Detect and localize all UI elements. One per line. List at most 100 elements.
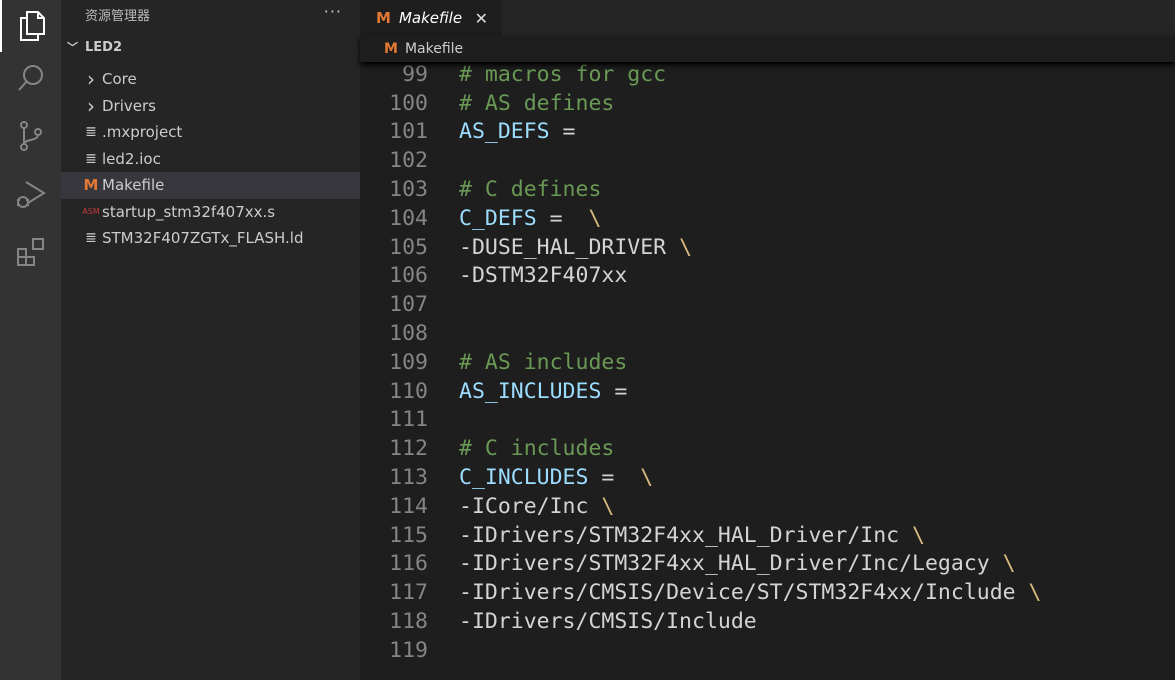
line-text: -DSTM32F407xx [459, 261, 627, 290]
line-number: 117 [389, 580, 428, 606]
close-icon[interactable]: ✕ [475, 9, 488, 28]
token-text: = [536, 205, 589, 231]
code-line: 118 -IDrivers/CMSIS/Include [360, 607, 1175, 636]
tree-item[interactable]: ≣ .mxproject [61, 119, 360, 146]
line-number: 113 [389, 465, 428, 490]
token-text: -IDrivers/STM32F4xx_HAL_Driver/Inc/Legac… [459, 551, 1003, 577]
line-text: # C defines [459, 175, 601, 204]
explorer-title: 资源管理器 [85, 8, 151, 24]
token-escape: \ [679, 234, 693, 260]
code-line: 104 C_DEFS = \ [360, 204, 1175, 233]
tree-item[interactable]: › Core [61, 66, 360, 93]
line-number: 114 [389, 493, 428, 519]
code-line: 109 # AS includes [360, 348, 1175, 377]
token-text: = [588, 465, 641, 490]
token-text: -IDrivers/STM32F4xx_HAL_Driver/Inc [459, 522, 913, 548]
source-control-icon [19, 121, 42, 151]
tree-item[interactable]: › Drivers [61, 93, 360, 120]
folder-led2[interactable]: ﹀ LED2 [61, 28, 360, 66]
breadcrumb: M Makefile [360, 36, 1175, 62]
line-number: 112 [389, 436, 428, 462]
line-number: 105 [389, 234, 428, 260]
token-escape: \ [1028, 580, 1042, 606]
explorer-button[interactable] [0, 0, 61, 52]
line-text: -ICore/Inc \ [459, 492, 614, 521]
file-lines-icon: ≣ [85, 230, 97, 247]
line-number: 102 [389, 148, 428, 174]
line-number: 106 [389, 263, 428, 289]
tree-item[interactable]: ≣ STM32F407ZGTx_FLASH.ld [61, 225, 360, 252]
token-escape: \ [640, 465, 654, 490]
tree-item-label: led2.ioc [102, 149, 161, 168]
makefile-icon: M [384, 41, 398, 57]
token-text: -DSTM32F407xx [459, 263, 628, 289]
tree-item-label: Core [102, 70, 137, 89]
token-variable: C_DEFS [459, 205, 537, 231]
run-debug-button[interactable] [0, 168, 61, 220]
tree-item-label: Drivers [102, 96, 156, 115]
token-comment: # C includes [459, 436, 615, 462]
explorer-sidebar: 资源管理器 ··· ﹀ LED2 › Core › Drivers ≣ .mxprojec… [61, 0, 360, 680]
line-number: 118 [389, 609, 428, 634]
token-variable: AS_INCLUDES [459, 378, 602, 404]
folder-name: LED2 [85, 39, 123, 55]
token-text: = [601, 378, 628, 404]
code-line: 100 # AS defines [360, 89, 1175, 118]
line-number: 109 [389, 349, 428, 375]
line-text: # C includes [459, 434, 614, 463]
tab-label: Makefile [398, 9, 463, 27]
asm-file-icon: ASM [82, 207, 100, 217]
token-comment: # macros for gcc [459, 61, 667, 87]
search-button[interactable] [0, 52, 61, 104]
token-text: -IDrivers/CMSIS/Include [459, 609, 757, 634]
more-actions-button[interactable]: ··· [324, 2, 342, 21]
code-editor[interactable]: 9899# macros for gcc100# AS defines101AS… [360, 46, 1175, 680]
line-text: -IDrivers/STM32F4xx_HAL_Driver/Inc \ [459, 521, 925, 550]
tab-makefile[interactable]: M Makefile ✕ [360, 0, 502, 36]
chevron-right-icon: › [87, 67, 95, 92]
token-escape: \ [912, 522, 925, 548]
activity-bar [0, 0, 61, 680]
code-line: 117 -IDrivers/CMSIS/Device/ST/STM32F4xx/I… [360, 578, 1175, 607]
token-escape: \ [1002, 551, 1016, 577]
files-icon [19, 11, 45, 41]
code-line: 110 AS_INCLUDES = [360, 377, 1175, 406]
line-text: # AS defines [459, 89, 614, 118]
chevron-right-icon: › [87, 93, 95, 118]
code-line: 103 # C defines [360, 175, 1175, 204]
makefile-icon: M [83, 176, 99, 195]
token-comment: # AS defines [459, 90, 615, 116]
line-text: -IDrivers/CMSIS/Include [459, 607, 757, 636]
line-number: 119 [389, 637, 428, 663]
tree-item[interactable]: M Makefile [61, 172, 360, 199]
file-lines-icon: ≣ [85, 124, 97, 141]
line-text: C_DEFS = \ [459, 204, 601, 233]
token-text: -IDrivers/CMSIS/Device/ST/STM32F4xx/Incl… [459, 580, 1029, 606]
extensions-icon [16, 238, 44, 266]
tree-item-label: STM32F407ZGTx_FLASH.ld [102, 229, 304, 248]
tree-item[interactable]: ASM startup_stm32f407xx.s [61, 199, 360, 226]
line-number: 116 [389, 551, 428, 577]
line-text: -IDrivers/CMSIS/Device/ST/STM32F4xx/Incl… [459, 578, 1042, 607]
line-number: 99 [402, 61, 428, 87]
line-text: AS_INCLUDES = [459, 377, 627, 406]
line-text: AS_DEFS = [459, 117, 576, 146]
line-text: -DUSE_HAL_DRIVER \ [459, 233, 692, 262]
line-number: 103 [389, 177, 428, 202]
token-text: = [549, 119, 576, 145]
line-text: # macros for gcc [459, 60, 666, 89]
breadcrumb-item[interactable]: Makefile [405, 41, 463, 57]
source-control-button[interactable] [0, 110, 61, 162]
tree-item[interactable]: ≣ led2.ioc [61, 146, 360, 173]
code-line: 115 -IDrivers/STM32F4xx_HAL_Driver/Inc \ [360, 521, 1175, 550]
code-line: 119 [360, 636, 1175, 665]
extensions-button[interactable] [0, 226, 61, 278]
tree-item-label: .mxproject [102, 123, 183, 142]
line-text: C_INCLUDES = \ [459, 463, 653, 492]
code-line: 108 [360, 319, 1175, 348]
tree-item-label: startup_stm32f407xx.s [102, 202, 276, 221]
token-escape: \ [588, 205, 602, 231]
token-comment: # C defines [459, 177, 602, 202]
line-number: 108 [389, 321, 428, 346]
token-variable: AS_DEFS [459, 119, 550, 145]
